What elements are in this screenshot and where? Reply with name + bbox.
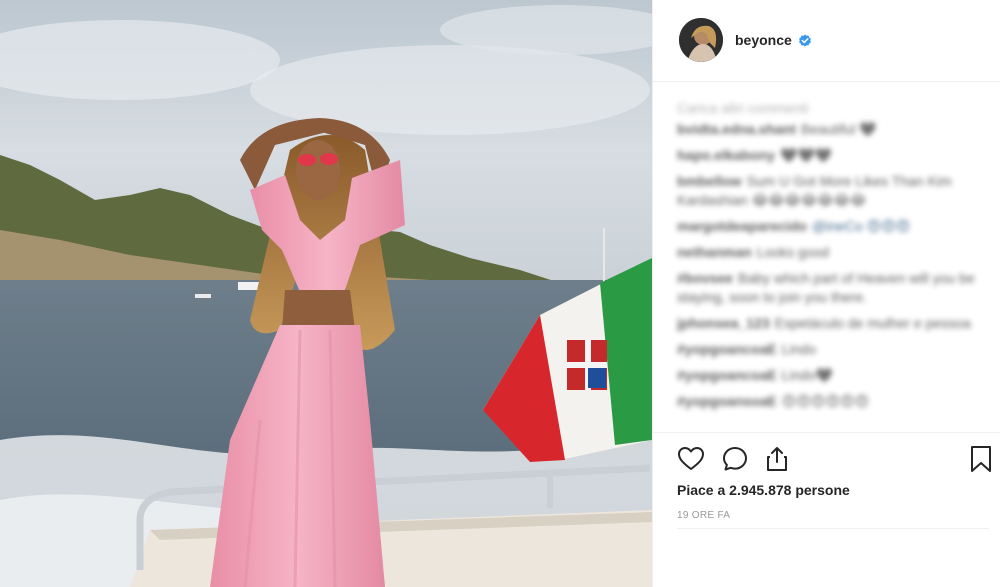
post-timestamp: 19 ORE FA xyxy=(677,510,731,521)
avatar[interactable] xyxy=(679,18,723,62)
comment-text: Lindo xyxy=(781,341,816,357)
post-actions: Piace a 2.945.878 persone 19 ORE FA xyxy=(653,432,1000,528)
comment-item: #bovsee Baby which part of Heaven will yo… xyxy=(677,269,977,307)
comment-item: #yopgoansoaE 😍😍😍😍😍😍 xyxy=(677,392,977,411)
comment-username[interactable]: nethanman xyxy=(677,244,752,260)
comment-text: 🖤🖤🖤 xyxy=(780,147,833,163)
comment-username[interactable]: #bovsee xyxy=(677,270,733,286)
comment-text: Beautiful 🖤 xyxy=(801,121,877,137)
username-link[interactable]: beyonce xyxy=(735,32,792,48)
comment-username[interactable]: #yopgoancoaE xyxy=(677,367,777,383)
comment-item: bmbellow Sum U Got More Likes Than Kim Ka… xyxy=(677,172,977,210)
comment-item: hapo.elkabony 🖤🖤🖤 xyxy=(677,146,977,165)
post-side-panel: beyonce Carica altri commenti bvidta.edn… xyxy=(652,0,1000,587)
share-icon[interactable] xyxy=(763,445,791,473)
bookmark-icon[interactable] xyxy=(967,445,995,473)
comment-item: #yopgoancoaE Lindo🖤 xyxy=(677,366,977,385)
comment-username[interactable]: margotdeaparecido xyxy=(677,218,807,234)
divider xyxy=(677,528,989,529)
comment-item: nethanman Looks good xyxy=(677,243,977,262)
photo-scene xyxy=(0,0,652,587)
post-header: beyonce xyxy=(653,0,1000,82)
comment-icon[interactable] xyxy=(721,445,749,473)
verified-badge-icon xyxy=(799,34,811,47)
load-more-comments-button[interactable]: Carica altri commenti xyxy=(677,96,977,120)
comment-username[interactable]: bvidta.edna.shant xyxy=(677,121,796,137)
comment-username[interactable]: bmbellow xyxy=(677,173,742,189)
comment-username[interactable]: #yopgoansoaE xyxy=(677,393,777,409)
comment-item: bvidta.edna.shant Beautiful 🖤 xyxy=(677,120,977,139)
avatar-image xyxy=(679,18,723,62)
post-photo[interactable] xyxy=(0,0,652,587)
comment-text: Lindo🖤 xyxy=(781,367,834,383)
heart-icon[interactable] xyxy=(677,445,705,473)
likes-count[interactable]: Piace a 2.945.878 persone xyxy=(677,482,850,498)
comments-list: Carica altri commenti bvidta.edna.shant B… xyxy=(677,96,977,432)
comment-text: Espetáculo de mulher e pessoa xyxy=(774,315,971,331)
comment-text: Looks good xyxy=(756,244,830,260)
comment-text: 😍😍😍😍😍😍 xyxy=(781,393,870,409)
comment-username[interactable]: jphonsea_123 xyxy=(677,315,770,331)
comment-item: margotdeaparecido @ineCo 😍😍😍 xyxy=(677,217,977,236)
comment-username[interactable]: #yopgoancoaE xyxy=(677,341,777,357)
comment-text: @ineCo 😍😍😍 xyxy=(811,218,911,234)
comment-item: jphonsea_123 Espetáculo de mulher e pesso… xyxy=(677,314,977,333)
comment-username[interactable]: hapo.elkabony xyxy=(677,147,775,163)
comment-item: #yopgoancoaE Lindo xyxy=(677,340,977,359)
